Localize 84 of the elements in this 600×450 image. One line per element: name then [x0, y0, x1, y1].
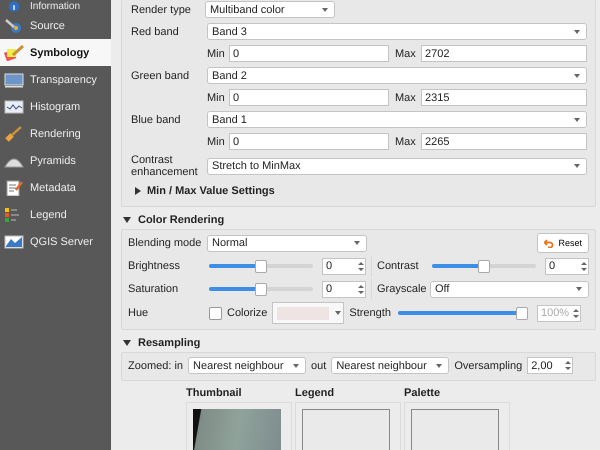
field-label: Contrast [377, 260, 420, 272]
field-label: Saturation [128, 283, 180, 295]
number-spinbox[interactable]: 0 [322, 280, 366, 298]
stepper-arrows-icon [581, 260, 587, 272]
sidebar-item[interactable]: Legend [0, 201, 111, 228]
caret-icon [576, 287, 582, 291]
field-label: Red band [131, 26, 180, 38]
field-label: out [311, 360, 326, 372]
stepper-arrows-icon [358, 284, 364, 294]
field-label: Render type [131, 4, 192, 16]
caret-icon [436, 364, 442, 368]
blending-mode-dropdown[interactable]: Normal [207, 234, 367, 252]
min-input[interactable]: 0 [229, 133, 389, 150]
preview-title: Palette [404, 387, 442, 399]
zoomed-out-dropdown[interactable]: Nearest neighbour [331, 357, 450, 374]
field-label: Max [395, 92, 417, 104]
slider[interactable] [432, 260, 536, 272]
slider[interactable] [398, 306, 528, 320]
sidebar-item[interactable]: Symbology [0, 39, 111, 66]
oversampling-spinbox[interactable]: 2,00 [527, 357, 574, 374]
caret-icon [574, 74, 580, 78]
map-icon [4, 234, 24, 250]
histogram-icon [4, 98, 24, 114]
stepper-arrows-icon [572, 308, 579, 318]
slider[interactable] [209, 260, 313, 272]
contrast-dropdown[interactable]: Stretch to MinMax [207, 158, 587, 174]
field-label: Colorize [227, 307, 268, 319]
number-spinbox[interactable]: 0 [545, 258, 589, 274]
field-label: Grayscale [377, 283, 425, 295]
slider[interactable] [209, 282, 313, 296]
field-label: Brightness [128, 260, 181, 272]
section-header[interactable]: Color Rendering [121, 207, 596, 229]
color-picker-button[interactable] [272, 302, 344, 324]
field-label: Min [207, 92, 225, 104]
render-type-dropdown[interactable]: Multiband color [205, 1, 335, 18]
brush-icon [4, 126, 24, 142]
sidebar-item[interactable]: QGIS Server [0, 228, 111, 255]
sidebar-item[interactable]: Metadata [0, 174, 111, 201]
preview-title: Thumbnail [186, 387, 243, 399]
field-label: Max [395, 136, 417, 148]
field-label: Blue band [131, 114, 182, 126]
undo-arrow-icon [544, 238, 554, 248]
sidebar-item[interactable]: Rendering [0, 120, 111, 147]
sidebar-item[interactable]: Histogram [0, 93, 111, 120]
paintbrush-palette-icon [4, 44, 24, 60]
sidebar-item[interactable]: Source [0, 12, 111, 39]
max-input[interactable]: 2702 [421, 45, 587, 62]
caret-icon [354, 241, 360, 245]
stepper-arrows-icon [358, 260, 364, 272]
field-label: Contrast enhancement [131, 154, 199, 178]
field-label: Max [395, 48, 417, 60]
field-label: Min [207, 48, 225, 60]
minmax-settings-toggle[interactable]: Min / Max Value Settings [131, 181, 587, 201]
document-pencil-icon [4, 180, 24, 196]
colorize-checkbox[interactable] [209, 306, 222, 320]
min-input[interactable]: 0 [229, 89, 389, 106]
field-label: Zoomed: in [128, 360, 184, 372]
grayscale-dropdown[interactable]: Off [430, 280, 589, 298]
max-input[interactable]: 2315 [421, 89, 587, 106]
field-label: Strength [349, 307, 391, 319]
field-label: Green band [131, 70, 190, 82]
section-header[interactable]: Resampling [121, 330, 596, 352]
caret-icon [574, 118, 580, 122]
caret-icon [293, 364, 300, 368]
number-spinbox[interactable]: 0 [322, 258, 366, 274]
field-label: Oversampling [454, 360, 522, 372]
field-label: Min [207, 136, 225, 148]
zoomed-in-dropdown[interactable]: Nearest neighbour [188, 357, 306, 374]
stepper-arrows-icon [565, 360, 572, 371]
caret-icon [574, 164, 580, 168]
field-label: Blending mode [128, 237, 202, 249]
sidebar-item[interactable]: Transparency [0, 66, 111, 93]
band-dropdown[interactable]: Band 2 [207, 67, 587, 84]
band-dropdown[interactable]: Band 1 [207, 111, 587, 128]
sidebar-item[interactable]: Pyramids [0, 147, 111, 174]
caret-icon [574, 30, 580, 34]
band-dropdown[interactable]: Band 3 [207, 23, 587, 40]
min-input[interactable]: 0 [229, 45, 389, 62]
field-label: Hue [128, 307, 150, 319]
caret-icon [322, 8, 328, 12]
max-input[interactable]: 2265 [421, 133, 587, 150]
preview-title: Legend [295, 387, 336, 399]
reset-button[interactable]: Reset [537, 233, 589, 253]
sidebar-item[interactable]: Information [0, 0, 111, 12]
